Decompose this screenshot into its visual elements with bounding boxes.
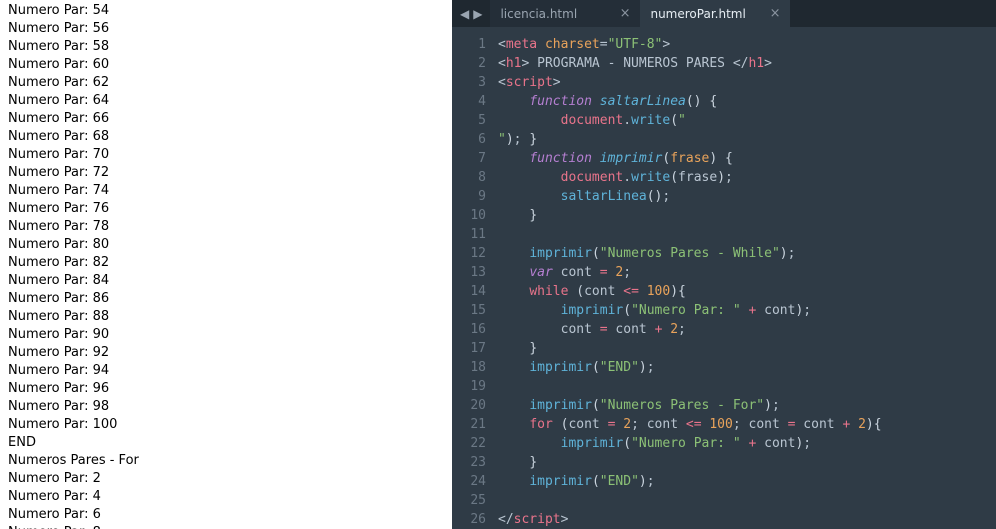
- code-line[interactable]: imprimir("END");: [498, 472, 996, 491]
- code-line[interactable]: while (cont <= 100){: [498, 282, 996, 301]
- output-line: Numero Par: 96: [8, 380, 444, 398]
- output-line: Numero Par: 60: [8, 56, 444, 74]
- tab-label: licencia.html: [500, 7, 577, 21]
- output-line: Numero Par: 98: [8, 398, 444, 416]
- code-line[interactable]: [498, 225, 996, 244]
- code-line[interactable]: document.write("");: [498, 111, 996, 130]
- code-line[interactable]: [498, 491, 996, 510]
- code-line[interactable]: imprimir("Numero Par: " + cont);: [498, 301, 996, 320]
- output-line: Numero Par: 84: [8, 272, 444, 290]
- output-line: Numero Par: 6: [8, 506, 444, 524]
- nav-left-icon[interactable]: ◀: [458, 7, 471, 21]
- output-line: Numero Par: 78: [8, 218, 444, 236]
- output-line: Numero Par: 64: [8, 92, 444, 110]
- tab-label: numeroPar.html: [650, 7, 745, 21]
- output-line: Numero Par: 56: [8, 20, 444, 38]
- output-line: Numero Par: 54: [8, 2, 444, 20]
- code-line[interactable]: imprimir("Numeros Pares - For");: [498, 396, 996, 415]
- output-line: END: [8, 434, 444, 452]
- code-line[interactable]: cont = cont + 2;: [498, 320, 996, 339]
- code-line[interactable]: }: [498, 453, 996, 472]
- code-line[interactable]: saltarLinea();: [498, 187, 996, 206]
- tab-numeropar[interactable]: numeroPar.html ×: [640, 0, 790, 27]
- output-line: Numero Par: 74: [8, 182, 444, 200]
- code-editor[interactable]: 1234567891011121314151617181920212223242…: [452, 27, 996, 529]
- tab-nav: ◀ ▶: [452, 0, 490, 27]
- output-line: Numero Par: 2: [8, 470, 444, 488]
- code-line[interactable]: imprimir("Numeros Pares - While");: [498, 244, 996, 263]
- code-line[interactable]: <meta charset="UTF-8">: [498, 35, 996, 54]
- code-line[interactable]: </script>: [498, 510, 996, 529]
- code-line[interactable]: document.write(frase);: [498, 168, 996, 187]
- output-line: Numero Par: 4: [8, 488, 444, 506]
- code-line[interactable]: <h1> PROGRAMA - NUMEROS PARES </h1>: [498, 54, 996, 73]
- nav-right-icon[interactable]: ▶: [471, 7, 484, 21]
- tab-licencia[interactable]: licencia.html ×: [490, 0, 640, 27]
- output-line: Numero Par: 58: [8, 38, 444, 56]
- code-area[interactable]: <meta charset="UTF-8"><h1> PROGRAMA - NU…: [498, 35, 996, 529]
- output-line: Numero Par: 90: [8, 326, 444, 344]
- output-line: Numero Par: 8: [8, 524, 444, 529]
- code-line[interactable]: }: [498, 339, 996, 358]
- close-icon[interactable]: ×: [620, 6, 631, 21]
- editor-pane: ◀ ▶ licencia.html × numeroPar.html × 123…: [452, 0, 996, 529]
- output-line: Numero Par: 94: [8, 362, 444, 380]
- close-icon[interactable]: ×: [770, 6, 781, 21]
- code-line[interactable]: [498, 377, 996, 396]
- output-line: Numero Par: 62: [8, 74, 444, 92]
- code-line[interactable]: for (cont = 2; cont <= 100; cont = cont …: [498, 415, 996, 434]
- output-line: Numeros Pares - For: [8, 452, 444, 470]
- code-line[interactable]: var cont = 2;: [498, 263, 996, 282]
- output-line: Numero Par: 66: [8, 110, 444, 128]
- output-line: Numero Par: 68: [8, 128, 444, 146]
- output-line: Numero Par: 100: [8, 416, 444, 434]
- output-line: Numero Par: 76: [8, 200, 444, 218]
- code-line[interactable]: imprimir("END");: [498, 358, 996, 377]
- output-line: Numero Par: 70: [8, 146, 444, 164]
- browser-output-pane: Numero Par: 54Numero Par: 56Numero Par: …: [0, 0, 452, 529]
- code-line[interactable]: function saltarLinea() {: [498, 92, 996, 111]
- code-line[interactable]: }: [498, 130, 996, 149]
- output-line: Numero Par: 88: [8, 308, 444, 326]
- output-line: Numero Par: 82: [8, 254, 444, 272]
- output-line: Numero Par: 80: [8, 236, 444, 254]
- output-line: Numero Par: 72: [8, 164, 444, 182]
- code-line[interactable]: imprimir("Numero Par: " + cont);: [498, 434, 996, 453]
- code-line[interactable]: <script>: [498, 73, 996, 92]
- code-line[interactable]: }: [498, 206, 996, 225]
- tab-strip: ◀ ▶ licencia.html × numeroPar.html ×: [452, 0, 996, 27]
- output-line: Numero Par: 92: [8, 344, 444, 362]
- output-line: Numero Par: 86: [8, 290, 444, 308]
- code-line[interactable]: function imprimir(frase) {: [498, 149, 996, 168]
- line-gutter: 1234567891011121314151617181920212223242…: [452, 35, 498, 529]
